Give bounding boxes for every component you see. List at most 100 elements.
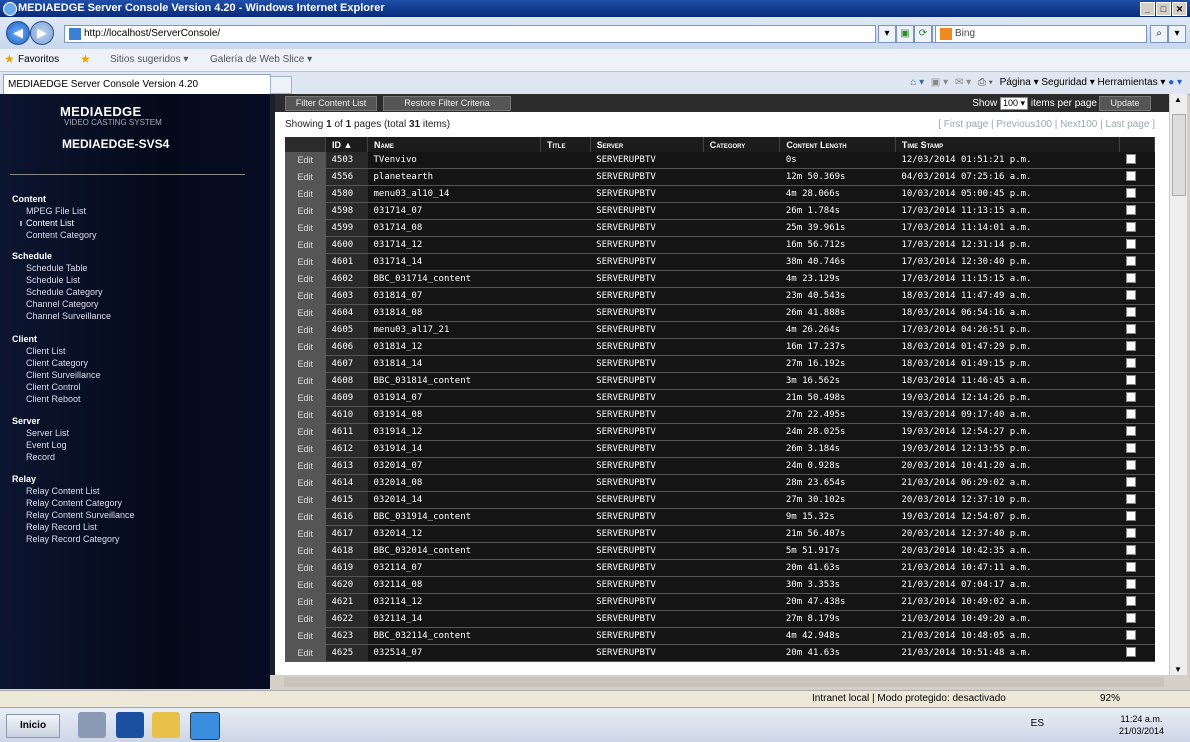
column-header[interactable]: ID ▲	[325, 137, 368, 152]
nav-event-log[interactable]: Event Log	[26, 440, 67, 450]
row-checkbox[interactable]	[1119, 474, 1155, 492]
checkbox-icon[interactable]	[1125, 323, 1136, 334]
refresh-icon[interactable]: ⟳	[914, 25, 932, 43]
row-checkbox[interactable]	[1119, 168, 1155, 186]
nav-channel-category[interactable]: Channel Category	[26, 299, 99, 309]
edit-button[interactable]: Edit	[285, 287, 326, 305]
close-window-button[interactable]: ✕	[1172, 2, 1187, 16]
edit-button[interactable]: Edit	[285, 474, 326, 492]
row-checkbox[interactable]	[1119, 152, 1155, 169]
row-checkbox[interactable]	[1119, 304, 1155, 322]
checkbox-icon[interactable]	[1125, 238, 1136, 249]
search-button[interactable]: ⌕	[1150, 25, 1168, 43]
suggested-sites-link[interactable]: Sitios sugeridos ▾	[110, 54, 188, 65]
nav-relay-content-list[interactable]: Relay Content List	[26, 486, 100, 496]
nav-client-list[interactable]: Client List	[26, 346, 66, 356]
security-zone[interactable]: Intranet local | Modo protegido: desacti…	[812, 693, 1006, 704]
checkbox-icon[interactable]	[1125, 272, 1136, 283]
vertical-scrollbar[interactable]: ▲ ▼	[1169, 94, 1187, 675]
column-header[interactable]: Server	[590, 137, 704, 152]
edit-button[interactable]: Edit	[285, 508, 326, 526]
powershell-icon[interactable]	[116, 712, 144, 738]
edit-button[interactable]: Edit	[285, 593, 326, 611]
row-checkbox[interactable]	[1119, 610, 1155, 628]
row-checkbox[interactable]	[1119, 270, 1155, 288]
row-checkbox[interactable]	[1119, 287, 1155, 305]
back-button[interactable]: ◀	[6, 21, 30, 45]
nav-relay-record-category[interactable]: Relay Record Category	[26, 534, 120, 544]
row-checkbox[interactable]	[1119, 355, 1155, 373]
help-icon[interactable]: ● ▾	[1168, 77, 1182, 88]
edit-button[interactable]: Edit	[285, 202, 326, 220]
print-icon[interactable]: ⎙ ▾	[978, 77, 993, 88]
checkbox-icon[interactable]	[1125, 578, 1136, 589]
url-dropdown-button[interactable]: ▾	[878, 25, 896, 43]
checkbox-icon[interactable]	[1125, 527, 1136, 538]
checkbox-icon[interactable]	[1125, 204, 1136, 215]
forward-button[interactable]: ▶	[30, 21, 54, 45]
checkbox-icon[interactable]	[1125, 442, 1136, 453]
row-checkbox[interactable]	[1119, 525, 1155, 543]
maximize-button[interactable]: □	[1156, 2, 1171, 16]
nav-content-list[interactable]: Content List	[19, 218, 74, 228]
edit-button[interactable]: Edit	[285, 576, 326, 594]
column-header[interactable]: Name	[367, 137, 541, 152]
web-slice-gallery-link[interactable]: Galería de Web Slice ▾	[210, 54, 312, 65]
edit-button[interactable]: Edit	[285, 253, 326, 271]
row-checkbox[interactable]	[1119, 202, 1155, 220]
nav-schedule-table[interactable]: Schedule Table	[26, 263, 87, 273]
nav-client-control[interactable]: Client Control	[26, 382, 81, 392]
items-per-page-select[interactable]: 100 ▾	[1000, 97, 1029, 110]
nav-schedule-list[interactable]: Schedule List	[26, 275, 80, 285]
row-checkbox[interactable]	[1119, 576, 1155, 594]
checkbox-icon[interactable]	[1125, 391, 1136, 402]
checkbox-icon[interactable]	[1125, 459, 1136, 470]
edit-button[interactable]: Edit	[285, 168, 326, 186]
edit-button[interactable]: Edit	[285, 372, 326, 390]
row-checkbox[interactable]	[1119, 440, 1155, 458]
edit-button[interactable]: Edit	[285, 627, 326, 645]
edit-button[interactable]: Edit	[285, 270, 326, 288]
language-indicator[interactable]: ES	[1031, 718, 1044, 729]
edit-button[interactable]: Edit	[285, 440, 326, 458]
row-checkbox[interactable]	[1119, 253, 1155, 271]
checkbox-icon[interactable]	[1125, 187, 1136, 198]
search-options-button[interactable]: ▾	[1168, 25, 1186, 43]
edit-button[interactable]: Edit	[285, 406, 326, 424]
edit-button[interactable]: Edit	[285, 304, 326, 322]
favorites-button[interactable]: Favoritos	[18, 54, 59, 65]
checkbox-icon[interactable]	[1125, 510, 1136, 521]
checkbox-icon[interactable]	[1125, 153, 1136, 164]
scroll-thumb[interactable]	[1172, 114, 1186, 196]
internet-explorer-icon[interactable]	[190, 712, 220, 740]
edit-button[interactable]: Edit	[285, 152, 326, 169]
nav-client-reboot[interactable]: Client Reboot	[26, 394, 81, 404]
checkbox-icon[interactable]	[1125, 425, 1136, 436]
row-checkbox[interactable]	[1119, 559, 1155, 577]
row-checkbox[interactable]	[1119, 508, 1155, 526]
nav-server-list[interactable]: Server List	[26, 428, 69, 438]
edit-button[interactable]: Edit	[285, 644, 326, 662]
edit-button[interactable]: Edit	[285, 355, 326, 373]
edit-button[interactable]: Edit	[285, 525, 326, 543]
row-checkbox[interactable]	[1119, 644, 1155, 662]
url-input[interactable]: http://localhost/ServerConsole/	[64, 25, 876, 43]
nav-relay-record-list[interactable]: Relay Record List	[26, 522, 97, 532]
checkbox-icon[interactable]	[1125, 646, 1136, 657]
checkbox-icon[interactable]	[1125, 612, 1136, 623]
row-checkbox[interactable]	[1119, 338, 1155, 356]
checkbox-icon[interactable]	[1125, 476, 1136, 487]
row-checkbox[interactable]	[1119, 321, 1155, 339]
row-checkbox[interactable]	[1119, 491, 1155, 509]
column-header[interactable]: Title	[540, 137, 591, 152]
edit-button[interactable]: Edit	[285, 321, 326, 339]
checkbox-icon[interactable]	[1125, 255, 1136, 266]
feeds-icon[interactable]: ▣ ▾	[931, 77, 948, 88]
nav-client-surveillance[interactable]: Client Surveillance	[26, 370, 101, 380]
checkbox-icon[interactable]	[1125, 221, 1136, 232]
checkbox-icon[interactable]	[1125, 408, 1136, 419]
checkbox-icon[interactable]	[1125, 374, 1136, 385]
row-checkbox[interactable]	[1119, 593, 1155, 611]
browser-tab[interactable]: MEDIAEDGE Server Console Version 4.20	[3, 74, 271, 94]
checkbox-icon[interactable]	[1125, 595, 1136, 606]
